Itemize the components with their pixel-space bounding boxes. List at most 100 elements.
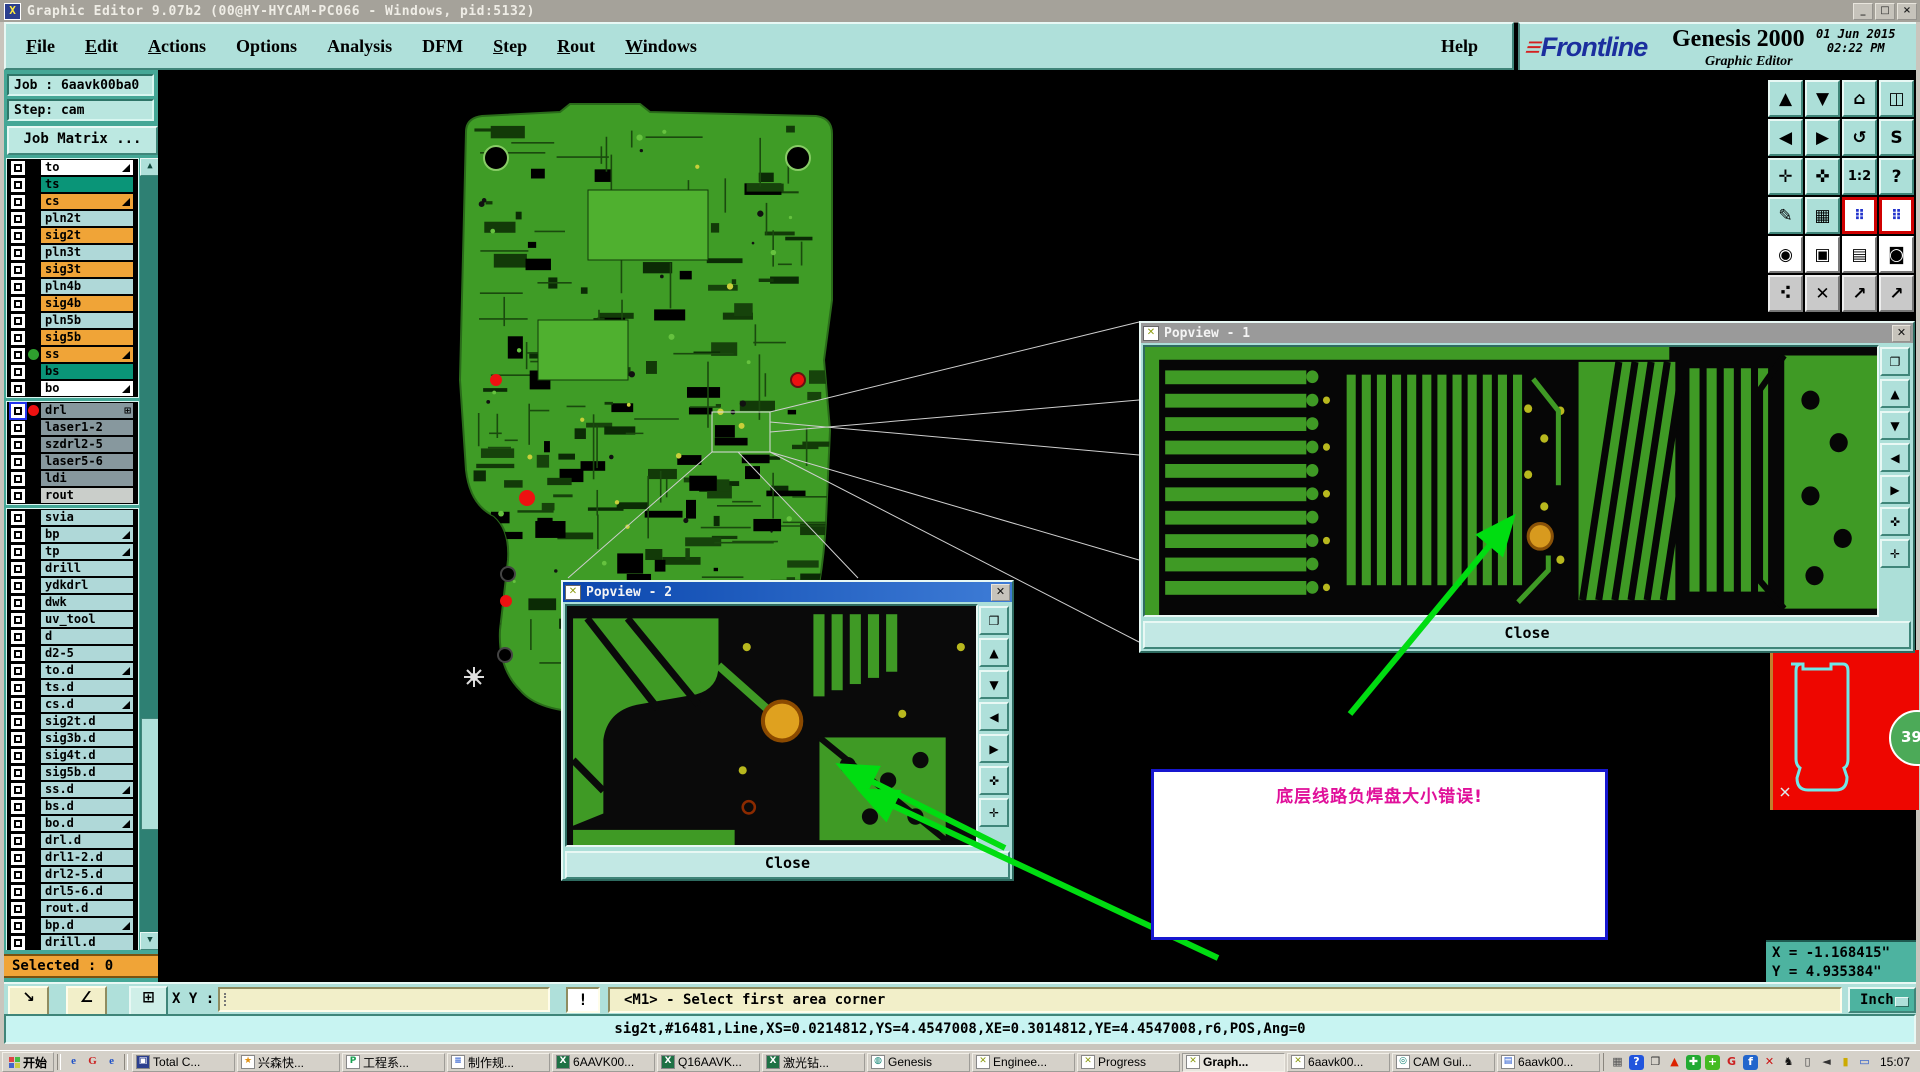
- netlist-front-button[interactable]: ⠿: [1842, 197, 1877, 234]
- layer-row-drl1-2.d[interactable]: drl1-2.d: [7, 849, 138, 866]
- layer-checkbox-rout[interactable]: [11, 488, 25, 503]
- layer-checkbox-drill[interactable]: [11, 561, 25, 576]
- layer-row-pln3t[interactable]: pln3t: [7, 244, 138, 261]
- layer-chip-svia[interactable]: svia: [41, 510, 133, 525]
- layer-checkbox-sig3b.d[interactable]: [11, 731, 25, 746]
- layer-checkbox-laser1-2[interactable]: [11, 420, 25, 435]
- layer-checkbox-sig4t.d[interactable]: [11, 748, 25, 763]
- layer-row-drl2-5.d[interactable]: drl2-5.d: [7, 866, 138, 883]
- serpentine-button[interactable]: S: [1879, 119, 1914, 156]
- pan-right-button[interactable]: ▶: [979, 734, 1009, 763]
- layer-row-drl5-6.d[interactable]: drl5-6.d: [7, 883, 138, 900]
- pan-left-button[interactable]: ◀: [979, 702, 1009, 731]
- zoom-out-button[interactable]: ✛: [979, 798, 1009, 827]
- layer-checkbox-laser5-6[interactable]: [11, 454, 25, 469]
- layer-checkbox-bo.d[interactable]: [11, 816, 25, 831]
- layer-checkbox-pln4b[interactable]: [11, 279, 25, 294]
- layer-checkbox-pln3t[interactable]: [11, 245, 25, 260]
- netlist-back-button[interactable]: ⠿: [1879, 197, 1914, 234]
- pan-down-button[interactable]: ▼: [1805, 80, 1840, 117]
- layer-row-ts.d[interactable]: ts.d: [7, 679, 138, 696]
- task-6aavk00-[interactable]: ▤ 6aavk00...: [1497, 1052, 1601, 1072]
- layer-checkbox-cs.d[interactable]: [11, 697, 25, 712]
- zoom-in-view-button[interactable]: ✜: [1805, 158, 1840, 195]
- layer-checkbox-bp.d[interactable]: [11, 918, 25, 933]
- layer-checkbox-drl.d[interactable]: [11, 833, 25, 848]
- pan-down-button[interactable]: ▼: [1880, 411, 1910, 440]
- layer-row-d2-5[interactable]: d2-5: [7, 645, 138, 662]
- net-points-button[interactable]: ⠪: [1768, 275, 1803, 312]
- layer-chip-sig5b.d[interactable]: sig5b.d: [41, 765, 133, 780]
- title-bar[interactable]: X Graphic Editor 9.07b2 (00@HY-HYCAM-PC0…: [0, 0, 1920, 23]
- layer-checkbox-ydkdrl[interactable]: [11, 578, 25, 593]
- delete-net-button[interactable]: ✕: [1805, 275, 1840, 312]
- flash-icon[interactable]: f: [1742, 1054, 1758, 1070]
- layer-row-ts[interactable]: ts: [7, 176, 138, 193]
- layer-chip-drl.d[interactable]: drl.d: [41, 833, 133, 848]
- layer-chip-drl[interactable]: drl ⊞: [41, 403, 133, 418]
- layer-row-sig3t[interactable]: sig3t: [7, 261, 138, 278]
- task--[interactable]: ★ 兴森快...: [237, 1052, 341, 1072]
- layer-row-bs[interactable]: bs: [7, 363, 138, 380]
- task--[interactable]: P 工程系...: [342, 1052, 446, 1072]
- layer-checkbox-bo[interactable]: [11, 381, 25, 396]
- layer-row-tp[interactable]: tp: [7, 543, 138, 560]
- layer-checkbox-bp[interactable]: [11, 527, 25, 542]
- job-matrix-button[interactable]: Job Matrix ...: [7, 126, 158, 155]
- task-Graph-[interactable]: ✕ Graph...: [1182, 1052, 1286, 1072]
- task-CAM-Gui-[interactable]: ◎ CAM Gui...: [1392, 1052, 1496, 1072]
- layer-chip-d2-5[interactable]: d2-5: [41, 646, 133, 661]
- popview-2-titlebar[interactable]: ✕ Popview - 2 ✕: [563, 582, 1012, 602]
- grid-button[interactable]: ▦: [1805, 197, 1840, 234]
- resize-feature-button[interactable]: ▣: [1805, 236, 1840, 273]
- layer-row-bp[interactable]: bp: [7, 526, 138, 543]
- layer-chip-pln4b[interactable]: pln4b: [41, 279, 133, 294]
- pan-up-button[interactable]: ▲: [1880, 379, 1910, 408]
- layer-checkbox-cs[interactable]: [11, 194, 25, 209]
- edit-tools-button[interactable]: ✎: [1768, 197, 1803, 234]
- popout-window-button[interactable]: ❐: [979, 606, 1009, 635]
- sogou-icon[interactable]: ▲: [1667, 1055, 1682, 1070]
- layer-row-rout.d[interactable]: rout.d: [7, 900, 138, 917]
- task-Q16AAVK-[interactable]: X Q16AAVK...: [657, 1052, 761, 1072]
- ie-icon[interactable]: e: [103, 1054, 120, 1070]
- layer-chip-cs[interactable]: cs: [41, 194, 133, 209]
- layer-checkbox-tp[interactable]: [11, 544, 25, 559]
- monitor-icon[interactable]: ▭: [1857, 1055, 1872, 1070]
- layer-chip-dwk[interactable]: dwk: [41, 595, 133, 610]
- task--[interactable]: X 激光钻...: [762, 1052, 866, 1072]
- popview-2-close-icon[interactable]: ✕: [991, 583, 1010, 601]
- popview-2-close-button[interactable]: Close: [565, 851, 1010, 880]
- layer-chip-pln3t[interactable]: pln3t: [41, 245, 133, 260]
- measure-button[interactable]: ▤: [1842, 236, 1877, 273]
- layer-row-sig3b.d[interactable]: sig3b.d: [7, 730, 138, 747]
- layer-row-rout[interactable]: rout: [7, 487, 138, 504]
- minimize-button[interactable]: _: [1853, 2, 1873, 20]
- layer-chip-drill[interactable]: drill: [41, 561, 133, 576]
- layer-chip-bp.d[interactable]: bp.d: [41, 918, 133, 933]
- layer-scrollbar[interactable]: ▲ ▼: [140, 158, 160, 950]
- layer-chip-to[interactable]: to: [41, 160, 133, 175]
- layer-checkbox-ts[interactable]: [11, 177, 25, 192]
- layer-row-drl[interactable]: drl ⊞: [7, 401, 138, 420]
- layer-chip-ydkdrl[interactable]: ydkdrl: [41, 578, 133, 593]
- line-vertex-b-button[interactable]: ↗: [1879, 275, 1914, 312]
- scale-ratio-button[interactable]: 1:2: [1842, 158, 1877, 195]
- task-Enginee-[interactable]: ✕ Enginee...: [972, 1052, 1076, 1072]
- menu-analysis[interactable]: Analysis: [327, 36, 392, 57]
- menu-actions[interactable]: Actions: [148, 36, 206, 57]
- layer-checkbox-svia[interactable]: [11, 510, 25, 525]
- menu-edit[interactable]: Edit: [85, 36, 118, 57]
- layer-chip-ss.d[interactable]: ss.d: [41, 782, 133, 797]
- move-feature-button[interactable]: ◉: [1768, 236, 1803, 273]
- menu-step[interactable]: Step: [493, 36, 527, 57]
- g-icon[interactable]: G: [1724, 1055, 1739, 1070]
- layer-chip-sig2t.d[interactable]: sig2t.d: [41, 714, 133, 729]
- menu-file[interactable]: File: [26, 36, 55, 57]
- zoom-in-button[interactable]: ✜: [1880, 507, 1910, 536]
- line-vertex-a-button[interactable]: ↗: [1842, 275, 1877, 312]
- scroll-up-button[interactable]: ▲: [140, 158, 160, 176]
- popview-2-window[interactable]: ✕ Popview - 2 ✕ ❐ ▲ ▼ ◀ ▶ ✜ ✛ Close: [561, 580, 1014, 881]
- layer-checkbox-sig2t.d[interactable]: [11, 714, 25, 729]
- layer-chip-ts[interactable]: ts: [41, 177, 133, 192]
